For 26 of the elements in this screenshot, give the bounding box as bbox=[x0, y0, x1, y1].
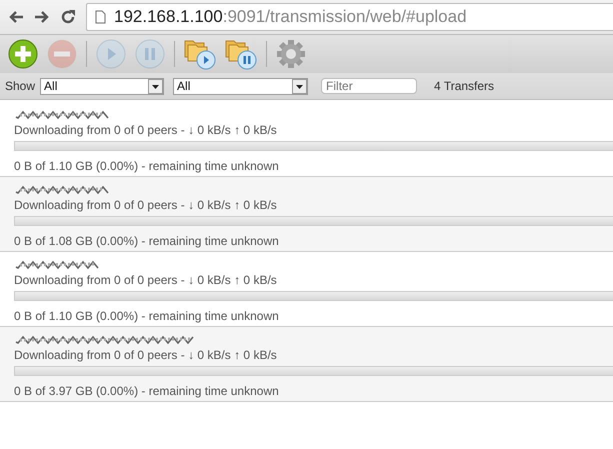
peer-status: Downloading from 0 of 0 peers - ↓ 0 kB/s ↑ 0 kB/s bbox=[14, 273, 278, 287]
progress-details: 0 B of 3.97 GB (0.00%) - remaining time unknown bbox=[14, 384, 280, 398]
back-icon[interactable] bbox=[8, 10, 24, 24]
url-text: 192.168.1.100:9091/transmission/web/#upload bbox=[114, 7, 467, 27]
pause-all-button[interactable] bbox=[225, 38, 257, 70]
progress-details: 0 B of 1.08 GB (0.00%) - remaining time unknown bbox=[14, 234, 280, 248]
peer-status: Downloading from 0 of 0 peers - ↓ 0 kB/s ↑ 0 kB/s bbox=[14, 348, 278, 362]
forward-icon[interactable] bbox=[34, 10, 50, 24]
torrent-row[interactable]: Downloading from 0 of 0 peers - ↓ 0 kB/s ↑ 0 kB/s 0 B of 1.10 GB (0.00%) - remaining time unknown bbox=[0, 252, 613, 327]
transfer-count: 4 Transfers bbox=[434, 79, 494, 93]
torrent-row[interactable]: Downloading from 0 of 0 peers - ↓ 0 kB/s ↑ 0 kB/s 0 B of 1.08 GB (0.00%) - remaining time unknown bbox=[0, 177, 613, 252]
progress-details: 0 B of 1.10 GB (0.00%) - remaining time unknown bbox=[14, 309, 280, 323]
show-label: Show bbox=[5, 79, 36, 93]
peer-status: Downloading from 0 of 0 peers - ↓ 0 kB/s ↑ 0 kB/s bbox=[14, 198, 278, 212]
start-all-button[interactable] bbox=[184, 38, 216, 70]
filter-dropdown[interactable]: All bbox=[173, 78, 308, 94]
filter-dropdown[interactable]: All bbox=[40, 78, 164, 94]
add-button[interactable] bbox=[8, 39, 38, 69]
progress-details: 0 B of 1.10 GB (0.00%) - remaining time unknown bbox=[14, 159, 280, 173]
page-icon bbox=[95, 10, 106, 24]
reload-icon[interactable] bbox=[60, 9, 76, 25]
peer-status: Downloading from 0 of 0 peers - ↓ 0 kB/s ↑ 0 kB/s bbox=[14, 123, 278, 137]
address-bar[interactable]: 192.168.1.100:9091/transmission/web/#upload bbox=[86, 3, 613, 31]
torrent-row[interactable]: Downloading from 0 of 0 peers - ↓ 0 kB/s ↑ 0 kB/s 0 B of 3.97 GB (0.00%) - remaining time unknown bbox=[0, 327, 613, 402]
filter-field[interactable]: Filter bbox=[321, 78, 418, 94]
torrent-row[interactable]: Downloading from 0 of 0 peers - ↓ 0 kB/s ↑ 0 kB/s 0 B of 1.10 GB (0.00%) - remaining time unknown bbox=[0, 102, 613, 177]
